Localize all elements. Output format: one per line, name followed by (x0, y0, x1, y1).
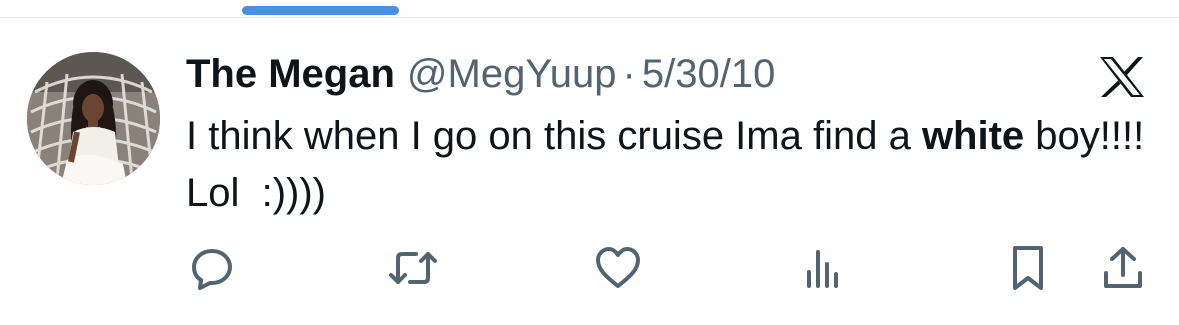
like-button[interactable] (593, 243, 643, 293)
separator-dot: · (622, 52, 636, 96)
top-bar (0, 0, 1179, 18)
bookmark-icon (1013, 246, 1043, 290)
user-handle[interactable]: @MegYuup (407, 50, 617, 98)
reply-icon (192, 249, 232, 290)
tab-indicator (242, 6, 399, 15)
share-button[interactable] (1098, 243, 1148, 293)
reply-button[interactable] (187, 243, 237, 293)
display-name[interactable]: The Megan (186, 50, 395, 98)
tweet-date[interactable]: 5/30/10 (642, 50, 775, 98)
views-icon (807, 250, 838, 288)
like-icon (596, 247, 640, 288)
avatar[interactable] (27, 52, 160, 185)
tweet-header: The Megan @MegYuup · 5/30/10 (186, 50, 775, 98)
retweet-icon (389, 252, 437, 284)
x-logo-icon[interactable] (1097, 56, 1147, 98)
retweet-button[interactable] (388, 243, 438, 293)
bookmark-button[interactable] (1003, 243, 1053, 293)
tweet-text-bold: white (921, 114, 1025, 158)
share-icon (1104, 247, 1142, 288)
tweet-text: I think when I go on this cruise Ima fin… (186, 108, 1146, 222)
tweet-text-part: I think when I go on this cruise Ima fin… (186, 114, 922, 158)
avatar-photo (27, 52, 160, 185)
views-button[interactable] (798, 243, 848, 293)
